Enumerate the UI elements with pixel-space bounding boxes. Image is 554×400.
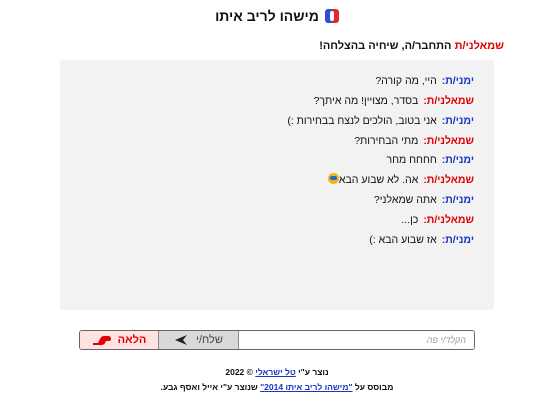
footer-based-on: מבוסס על "מישהו לריב איתו 2014" שנוצר ע"…	[0, 382, 554, 392]
message-text: כן...	[401, 214, 419, 226]
app-logo-icon	[324, 9, 339, 23]
status-text: התחבר/ה, שיחיה בהצלחה!	[319, 40, 452, 52]
message-text: חחחח מחר	[386, 154, 437, 166]
chat-message: שמאלני/ת: כן...	[401, 213, 474, 227]
send-button[interactable]: שלח/י	[159, 331, 239, 349]
original-project-link[interactable]: "מישהו לריב איתו 2014"	[260, 382, 352, 392]
send-button-label: שלח/י	[196, 334, 223, 346]
status-partner: שמאלני/ת	[454, 40, 504, 52]
app-header: מישהו לריב איתו	[0, 6, 554, 26]
footer-original-authors: שנוצר ע"י אייל ואסף גבע.	[160, 382, 258, 392]
message-sender: ימני/ת:	[441, 234, 474, 246]
message-sender: ימני/ת:	[441, 154, 474, 166]
message-input[interactable]	[239, 331, 474, 349]
next-button[interactable]: הלאה	[80, 331, 159, 349]
chat-log: ימני/ת: היי, מה קורה? שמאלני/ת: בסדר, מצוי…	[60, 60, 494, 310]
message-sender: שמאלני/ת:	[423, 214, 474, 226]
message-text: היי, מה קורה?	[375, 75, 437, 87]
chat-message: שמאלני/ת: אה. לא שבוע הבא	[325, 173, 474, 187]
author-link[interactable]: טל ישראלי	[255, 367, 295, 377]
next-button-label: הלאה	[117, 334, 147, 346]
message-sender: שמאלני/ת:	[423, 135, 474, 147]
chat-message: ימני/ת: אני בטוב, הולכים לנצח בבחירות :)	[287, 114, 474, 128]
chat-message: ימני/ת: חחחח מחר	[386, 153, 474, 167]
emoji-icon	[327, 173, 339, 184]
message-sender: שמאלני/ת:	[423, 95, 474, 107]
message-text: בסדר, מצויין! מה איתך?	[313, 95, 419, 107]
chat-message: שמאלני/ת: מתי הבחירות?	[354, 134, 474, 148]
chat-message: ימני/ת: אתה שמאלני?	[374, 193, 474, 207]
message-sender: ימני/ת:	[441, 75, 474, 87]
connection-status: שמאלני/ת התחבר/ה, שיחיה בהצלחה!	[319, 40, 504, 54]
footer-credits: נוצר ע"י טל ישראלי © 2022	[0, 367, 554, 377]
message-sender: ימני/ת:	[441, 194, 474, 206]
footer-created-by: נוצר ע"י	[298, 367, 329, 377]
chat-message: ימני/ת: היי, מה קורה?	[375, 74, 474, 88]
message-text: מתי הבחירות?	[354, 135, 419, 147]
message-text: אז שבוע הבא :)	[369, 234, 437, 246]
message-composer: הלאה שלח/י	[79, 330, 475, 350]
chat-message: ימני/ת: אז שבוע הבא :)	[369, 233, 474, 247]
chat-message: שמאלני/ת: בסדר, מצויין! מה איתך?	[314, 94, 474, 108]
message-sender: ימני/ת:	[441, 115, 474, 127]
app-title: מישהו לריב איתו	[215, 8, 319, 24]
message-text: אני בטוב, הולכים לנצח בבחירות :)	[287, 115, 437, 127]
message-sender: שמאלני/ת:	[423, 174, 474, 186]
send-arrow-icon	[175, 335, 188, 345]
footer-copyright: © 2022	[225, 367, 253, 377]
message-text: אה. לא שבוע הבא	[338, 174, 419, 186]
footer-based-on-prefix: מבוסס על	[354, 382, 394, 392]
message-text: אתה שמאלני?	[373, 194, 437, 206]
flexed-arm-icon	[92, 336, 111, 345]
